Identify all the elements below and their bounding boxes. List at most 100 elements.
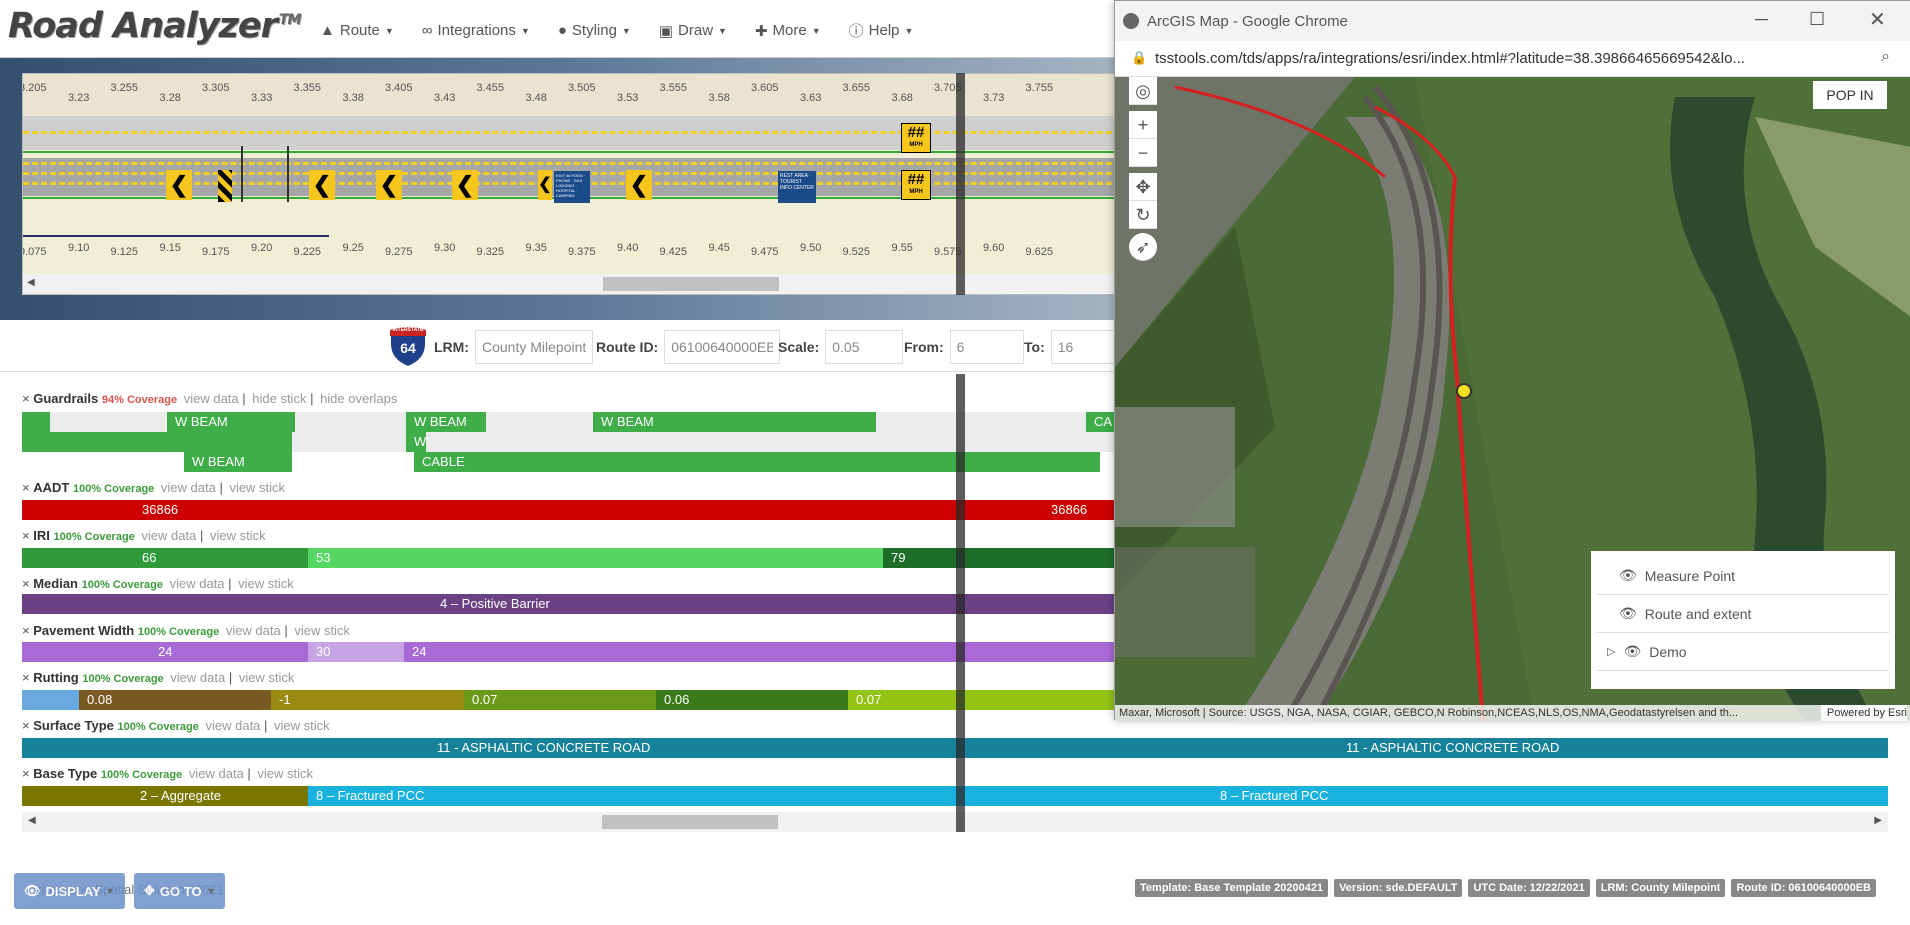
menu-route[interactable]: ▲ Route ▼ bbox=[320, 20, 394, 41]
legend-item-route-extent[interactable]: 👁 Route and extent bbox=[1597, 595, 1889, 633]
guardrail-segment[interactable]: W BEAM bbox=[406, 412, 486, 432]
eye-icon[interactable]: 👁 bbox=[1623, 643, 1641, 660]
view-data-link[interactable]: view data bbox=[205, 718, 260, 733]
view-data-link[interactable]: view data bbox=[189, 766, 244, 781]
remove-layer-icon[interactable]: × bbox=[22, 576, 30, 591]
zoom-search-icon[interactable]: ⌕ bbox=[1881, 48, 1890, 66]
zoom-out-icon[interactable]: − bbox=[1129, 139, 1157, 167]
from-input[interactable] bbox=[949, 330, 1024, 364]
eye-icon[interactable]: 👁 bbox=[1619, 567, 1637, 584]
compass-icon[interactable]: ➶ bbox=[1129, 233, 1157, 261]
overpass-structure-icon bbox=[241, 146, 289, 202]
view-stick-link[interactable]: view stick bbox=[239, 670, 295, 685]
arcgis-map-window[interactable]: ArcGIS Map - Google Chrome ─ ☐ ✕ 🔒 tssto… bbox=[1114, 0, 1910, 721]
view-stick-link[interactable]: view stick bbox=[294, 623, 350, 638]
remove-layer-icon[interactable]: × bbox=[22, 766, 30, 781]
locate-icon[interactable]: ◎ bbox=[1129, 77, 1157, 105]
menu-integrations[interactable]: ∞ Integrations ▼ bbox=[422, 20, 530, 41]
guardrail-segment[interactable]: CABLE bbox=[414, 452, 1100, 472]
view-data-link[interactable]: view data bbox=[170, 670, 225, 685]
view-stick-link[interactable]: view stick bbox=[229, 480, 285, 495]
goto-button[interactable]: ✥ GO TO ▼ bbox=[134, 873, 226, 909]
remove-layer-icon[interactable]: × bbox=[22, 528, 30, 543]
guardrail-segment[interactable]: W BEAM bbox=[184, 452, 292, 472]
view-data-link[interactable]: view data bbox=[184, 391, 239, 406]
guardrail-segment[interactable]: CA bbox=[1086, 412, 1116, 432]
iri-segment[interactable]: 66 bbox=[22, 548, 308, 568]
guardrail-segment[interactable]: W BEAM bbox=[593, 412, 876, 432]
view-data-link[interactable]: view data bbox=[141, 528, 196, 543]
legend-item-demo[interactable]: ▷ 👁 Demo bbox=[1597, 633, 1889, 671]
eye-icon[interactable]: 👁 bbox=[1619, 605, 1637, 622]
scroll-left-icon[interactable]: ◀ bbox=[27, 277, 35, 288]
lrm-input[interactable] bbox=[475, 330, 593, 364]
rotate-icon[interactable]: ↻ bbox=[1129, 201, 1157, 229]
view-stick-link[interactable]: view stick bbox=[274, 718, 330, 733]
measure-point-marker[interactable] bbox=[1456, 383, 1472, 399]
map-view[interactable]: ◎ + − ✥ ↻ ➶ POP IN 👁 Measure Point 👁 Route… bbox=[1115, 77, 1910, 721]
coverage-badge: 100% Coverage bbox=[137, 626, 220, 638]
layers-scrollbar[interactable]: ◀ ▶ bbox=[22, 812, 1888, 832]
pavement-segment[interactable]: 24 bbox=[22, 642, 308, 662]
guardrail-segment[interactable] bbox=[22, 432, 292, 452]
view-stick-link[interactable]: view stick bbox=[210, 528, 266, 543]
surface-segment[interactable]: 11 - ASPHALTIC CONCRETE ROAD bbox=[22, 738, 1888, 758]
menu-more[interactable]: ✚ More ▼ bbox=[755, 20, 821, 41]
scroll-right-icon[interactable]: ▶ bbox=[1874, 815, 1882, 826]
rutting-segment[interactable]: 0.07 bbox=[464, 690, 656, 710]
iri-segment[interactable]: 53 bbox=[308, 548, 883, 568]
pan-icon[interactable]: ✥ bbox=[1129, 173, 1157, 201]
position-cursor-layers[interactable] bbox=[956, 374, 965, 832]
remove-layer-icon[interactable]: × bbox=[22, 623, 30, 638]
ruler-tick-label: 3.43 bbox=[434, 92, 456, 104]
zoom-in-icon[interactable]: + bbox=[1129, 111, 1157, 139]
expand-triangle-icon[interactable]: ▷ bbox=[1607, 645, 1615, 658]
coverage-badge: 100% Coverage bbox=[82, 673, 164, 685]
address-bar[interactable]: 🔒 tsstools.com/tds/apps/ra/integrations/… bbox=[1115, 41, 1910, 77]
guardrail-segment[interactable]: W BEAM bbox=[167, 412, 295, 432]
scale-input[interactable] bbox=[825, 330, 904, 364]
pavement-segment[interactable]: 30 bbox=[308, 642, 404, 662]
scroll-thumb[interactable] bbox=[602, 815, 778, 829]
pop-in-button[interactable]: POP IN bbox=[1813, 81, 1887, 109]
scroll-thumb[interactable] bbox=[603, 277, 779, 291]
remove-layer-icon[interactable]: × bbox=[22, 480, 30, 495]
view-data-link[interactable]: view data bbox=[161, 480, 216, 495]
scroll-left-icon[interactable]: ◀ bbox=[28, 815, 36, 826]
rutting-segment[interactable]: -1 bbox=[271, 690, 464, 710]
minimize-icon[interactable]: ─ bbox=[1755, 9, 1768, 30]
view-stick-link[interactable]: view stick bbox=[238, 576, 294, 591]
window-title: ArcGIS Map - Google Chrome bbox=[1147, 13, 1348, 30]
powered-by-esri[interactable]: Powered by Esri bbox=[1820, 705, 1907, 721]
remove-layer-icon[interactable]: × bbox=[22, 670, 30, 685]
speed-value: ## bbox=[907, 124, 925, 141]
view-data-link[interactable]: view data bbox=[226, 623, 281, 638]
legend-item-measure-point[interactable]: 👁 Measure Point bbox=[1597, 557, 1889, 595]
route-id-input[interactable] bbox=[664, 330, 781, 364]
view-stick-link[interactable]: view stick bbox=[257, 766, 313, 781]
scale-field-group: Scale: bbox=[778, 330, 904, 364]
position-cursor[interactable] bbox=[956, 73, 965, 295]
base-segment[interactable]: 2 – Aggregate bbox=[22, 786, 308, 806]
app-logo[interactable]: Road Analyzer TM bbox=[8, 6, 301, 52]
layer-name: Rutting bbox=[33, 670, 79, 685]
close-icon[interactable]: ✕ bbox=[1869, 7, 1886, 32]
rutting-segment[interactable] bbox=[22, 690, 79, 710]
menu-draw[interactable]: ▣ Draw ▼ bbox=[659, 20, 727, 41]
view-data-link[interactable]: view data bbox=[170, 576, 225, 591]
maximize-icon[interactable]: ☐ bbox=[1809, 9, 1825, 30]
display-button[interactable]: 👁 DISPLAY ▼ bbox=[14, 873, 125, 909]
rutting-segment[interactable]: 0.06 bbox=[656, 690, 848, 710]
main-menu: ▲ Route ▼ ∞ Integrations ▼ ● Styling ▼ ▣ Draw ▼ … bbox=[320, 20, 941, 41]
guardrail-segment[interactable]: W bbox=[406, 432, 426, 452]
base-segment[interactable]: 8 – Fractured PCC bbox=[308, 786, 1888, 806]
guardrail-segment[interactable] bbox=[22, 412, 50, 432]
remove-layer-icon[interactable]: × bbox=[22, 718, 30, 733]
remove-layer-icon[interactable]: × bbox=[22, 391, 30, 406]
menu-help[interactable]: ⓘ Help ▼ bbox=[849, 20, 914, 41]
hide-stick-link[interactable]: hide stick bbox=[252, 391, 306, 406]
hide-overlaps-link[interactable]: hide overlaps bbox=[320, 391, 397, 406]
ruler-tick-label: 3.63 bbox=[800, 92, 822, 104]
rutting-segment[interactable]: 0.08 bbox=[79, 690, 271, 710]
menu-styling[interactable]: ● Styling ▼ bbox=[558, 20, 631, 41]
